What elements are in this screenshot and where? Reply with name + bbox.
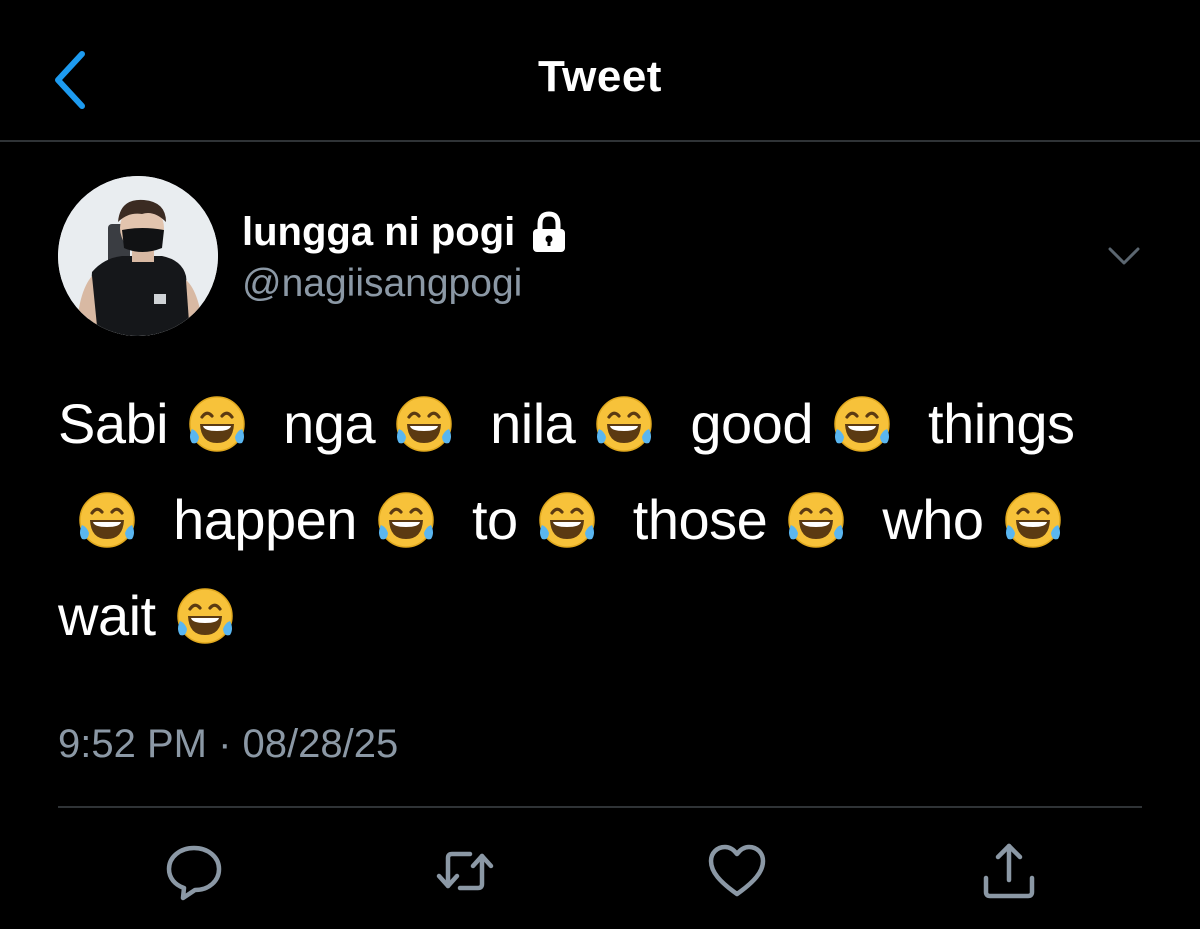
author-info[interactable]: lungga ni pogi @nagiisangpogi: [242, 204, 569, 306]
tweet-word: nila: [490, 392, 576, 455]
tweet-time: 9:52 PM: [58, 722, 207, 766]
avatar[interactable]: [58, 176, 218, 336]
face-with-tears-of-joy-icon: [174, 580, 236, 644]
tweet-word: good: [690, 392, 813, 455]
profile-photo: [58, 176, 218, 336]
divider: [58, 806, 1142, 808]
face-with-tears-of-joy-icon: [785, 484, 847, 548]
tweet-timestamp[interactable]: 9:52 PM · 08/28/25: [58, 722, 398, 767]
top-nav-bar: Tweet: [0, 0, 1200, 142]
share-icon: [983, 843, 1035, 899]
tweet-word: to: [472, 488, 518, 551]
like-button[interactable]: [706, 840, 768, 902]
face-with-tears-of-joy-icon: [375, 484, 437, 548]
face-with-tears-of-joy-icon: [393, 388, 455, 452]
retweet-button[interactable]: [434, 840, 496, 902]
tweet-date: 08/28/25: [242, 722, 399, 766]
face-with-tears-of-joy-icon: [831, 388, 893, 452]
more-options-button[interactable]: [1104, 236, 1144, 276]
face-with-tears-of-joy-icon: [186, 388, 248, 452]
chevron-down-icon: [1108, 247, 1140, 265]
tweet-word: things: [928, 392, 1075, 455]
lock-icon: [533, 211, 566, 252]
face-with-tears-of-joy-icon: [536, 484, 598, 548]
tweet-word: wait: [58, 584, 156, 647]
share-button[interactable]: [978, 840, 1040, 902]
meta-separator: ·: [218, 722, 232, 766]
retweet-icon: [436, 851, 494, 891]
heart-icon: [708, 844, 766, 897]
face-with-tears-of-joy-icon: [593, 388, 655, 452]
tweet-word: nga: [283, 392, 376, 455]
user-handle[interactable]: @nagiisangpogi: [242, 262, 569, 306]
tweet-word: those: [632, 488, 768, 551]
page-title: Tweet: [538, 52, 662, 101]
face-with-tears-of-joy-icon: [76, 484, 138, 548]
face-with-tears-of-joy-icon: [1002, 484, 1064, 548]
tweet-word: Sabi: [58, 392, 169, 455]
display-name[interactable]: lungga ni pogi: [242, 210, 515, 255]
tweet-text: Sabi nga nila good things happen to thos…: [58, 376, 1158, 664]
action-bar: [0, 840, 1200, 906]
reply-icon: [166, 845, 222, 901]
tweet-word: happen: [173, 488, 357, 551]
reply-button[interactable]: [163, 840, 225, 902]
tweet-word: who: [882, 488, 984, 551]
